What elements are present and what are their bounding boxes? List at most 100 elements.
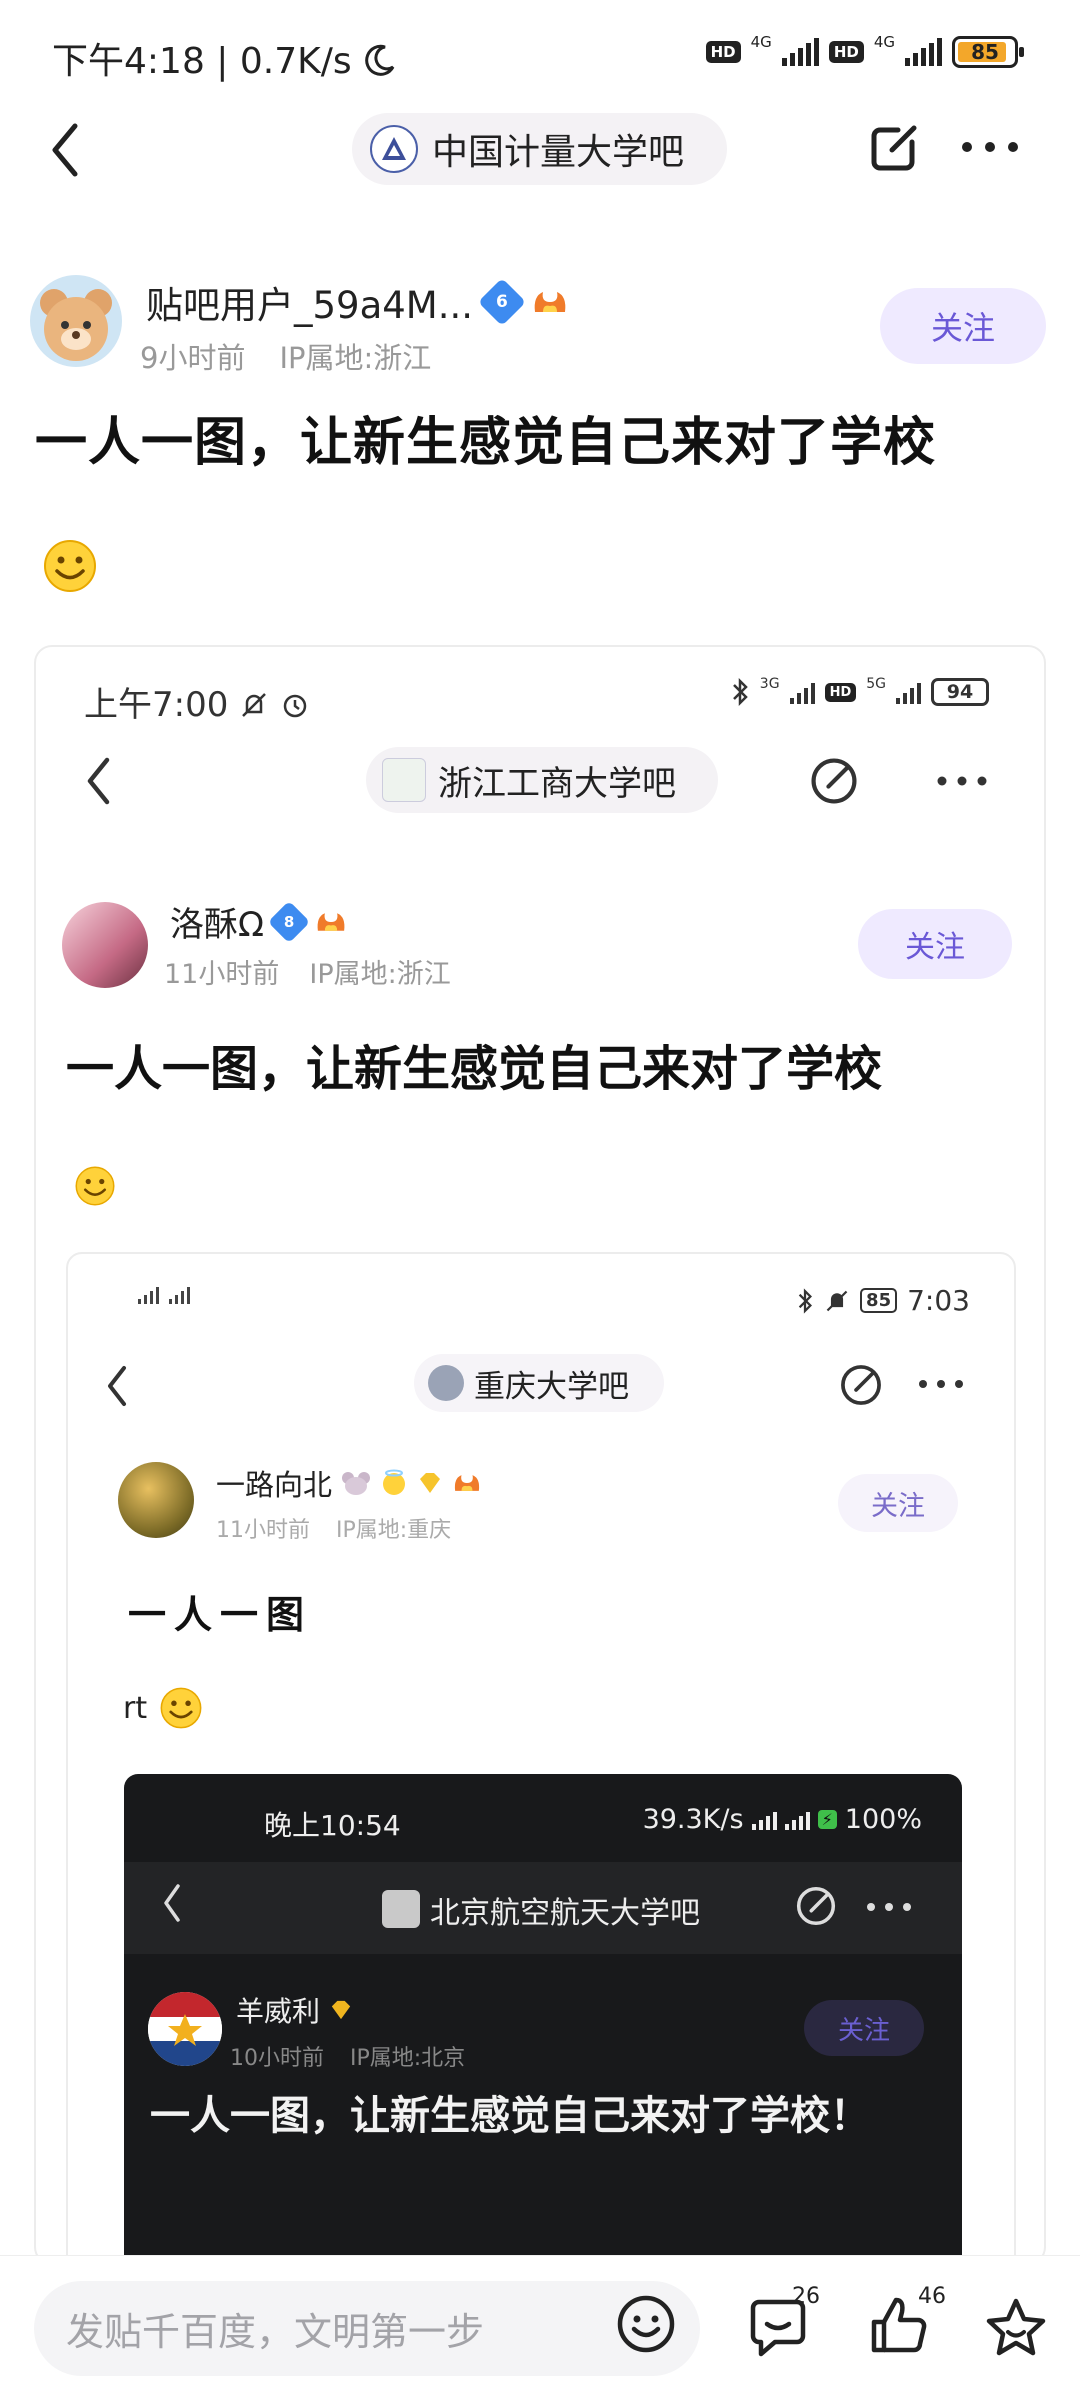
signal-icon [789,680,815,704]
battery-level: 85 [971,40,999,64]
back-arrow-icon[interactable] [45,120,85,180]
embedded-clock: 上午7:00 [84,685,229,725]
ip-location: IP属地:浙江 [309,959,451,990]
clock-text: 下午4:18 [52,41,205,82]
comment-count: 26 [792,2284,820,2309]
reply-input[interactable]: 发贴千百度，文明第一步 [34,2281,700,2376]
avatar [148,1992,222,2066]
fire-badge-icon [454,1475,480,1491]
forum-logo [428,1365,464,1401]
moon-icon [365,44,395,76]
embedded-status-right: 85 7:03 [796,1284,970,1317]
embedded-forum-name: 北京航空航天大学吧 [430,1896,700,1931]
post-title: 一人一图，让新生感觉自己来对了学校 [66,1041,883,1097]
embedded-forum-name: 重庆大学吧 [474,1368,629,1405]
smile-emoji-icon [44,540,96,592]
like-count: 46 [918,2284,946,2309]
edit-icon[interactable] [868,118,924,174]
username: 贴吧用户_59a4M... [146,284,474,327]
back-arrow-icon [164,1884,180,1922]
embedded-status-time: 上午7:00 [84,677,310,726]
more-icon [937,776,987,786]
username: 一路向北 [216,1468,333,1502]
post-author: 洛酥Ω 8 [170,897,348,946]
post-body-text: rt [123,1690,148,1726]
level-badge: 8 [267,900,311,943]
ip-location: IP属地:北京 [350,2046,466,2071]
post-title: 一人一图 [128,1593,313,1637]
post-title: 一人一图，让新生感觉自己来对了学校！ [150,2093,870,2139]
diamond-badge-icon [331,2000,351,2020]
signal-icon [138,1284,159,1304]
forum-pill[interactable]: 中国计量大学吧 [352,113,727,185]
status-bar: 下午4:18 | 0.7K/s HD 4G HD 4G 85 [0,0,1080,110]
time-ago: 10小时前 [230,2046,324,2071]
follow-button: 关注 [838,1474,958,1532]
signal-icon [751,1810,777,1830]
time-ago: 11小时前 [164,959,280,990]
hd-badge: HD [828,41,864,63]
signal-icon [781,38,819,66]
signal-icon [896,680,921,704]
signal-icon [905,38,942,66]
level-badge: 6 [477,277,527,327]
emoji-icon[interactable] [615,2293,677,2355]
signal-icon [784,1810,810,1830]
embedded-status-left [138,1284,190,1304]
embedded-status-right: 3G HD 5G 94 [730,676,989,707]
post-meta: 11小时前 IP属地:浙江 [164,952,451,991]
embedded-status-right: 39.3K/s ⚡ 100% [643,1804,922,1835]
post-meta: 10小时前 IP属地:北京 [230,2040,465,2072]
network-type: 4G [873,33,895,51]
post-title: 一人一图，让新生感觉自己来对了学校 [35,413,937,473]
edit-icon [796,1886,836,1926]
network-speed: 0.7K/s [239,41,352,82]
embedded-navbar: 北京航空航天大学吧 [124,1862,962,1954]
bottom-bar: 发贴千百度，文明第一步 26 46 [0,2255,1080,2400]
fire-badge-icon [317,912,345,931]
avatar [62,902,148,988]
embedded-forum-name: 浙江工商大学吧 [438,763,676,804]
post-body: rt [123,1686,203,1730]
post-author: 一路向北 [216,1462,482,1504]
more-icon[interactable] [960,140,1020,154]
star-icon[interactable] [984,2296,1048,2358]
follow-button: 关注 [804,2000,924,2056]
forum-logo [382,1890,420,1928]
post-meta: 9小时前 IP属地:浙江 [140,335,431,377]
level-number: 8 [283,912,295,931]
mouse-badge-icon [342,1472,371,1495]
forum-name: 中国计量大学吧 [432,132,685,173]
battery-icon: 94 [931,678,989,706]
more-icon [867,1903,911,1911]
status-time: 下午4:18 | 0.7K/s [52,32,397,84]
battery-level: 100% [844,1804,922,1835]
ip-location: IP属地:浙江 [279,341,432,375]
bluetooth-icon [732,677,748,707]
battery-icon: 85 [952,36,1024,68]
avatar [118,1462,194,1538]
network-speed: 39.3K/s [642,1804,744,1835]
post-author[interactable]: 贴吧用户_59a4M... 6 [146,275,569,329]
embedded-screenshot-dark: 晚上10:54 39.3K/s ⚡ 100% 北京航空航天大学吧 羊威利 10小… [124,1774,962,2263]
follow-button[interactable]: 关注 [880,288,1046,364]
diamond-badge-icon [420,1473,441,1493]
post-author: 羊威利 [236,1990,354,2030]
edit-icon [811,758,857,804]
post-meta: 11小时前 IP属地:重庆 [216,1512,451,1544]
bell-off-icon [826,1290,848,1311]
net-type: 5G [866,676,886,692]
level-number: 6 [496,292,508,312]
bell-off-icon [242,693,267,717]
back-arrow-icon [108,1366,126,1406]
avatar[interactable] [30,275,122,367]
embedded-screenshot: 85 7:03 重庆大学吧 一路向北 11小时前 IP属地:重庆 关注 一人一图 … [66,1252,1016,2263]
embedded-screenshot[interactable]: 上午7:00 3G HD 5G 94 浙江工商大学吧 洛酥Ω 8 11小时前 IP… [34,645,1046,2265]
network-type: 4G [750,33,772,51]
alarm-icon [283,694,307,718]
time-ago: 9小时前 [140,341,246,375]
follow-button: 关注 [858,909,1012,979]
edit-icon [841,1365,881,1405]
forum-logo [370,125,418,173]
time-ago: 11小时前 [216,1518,310,1543]
